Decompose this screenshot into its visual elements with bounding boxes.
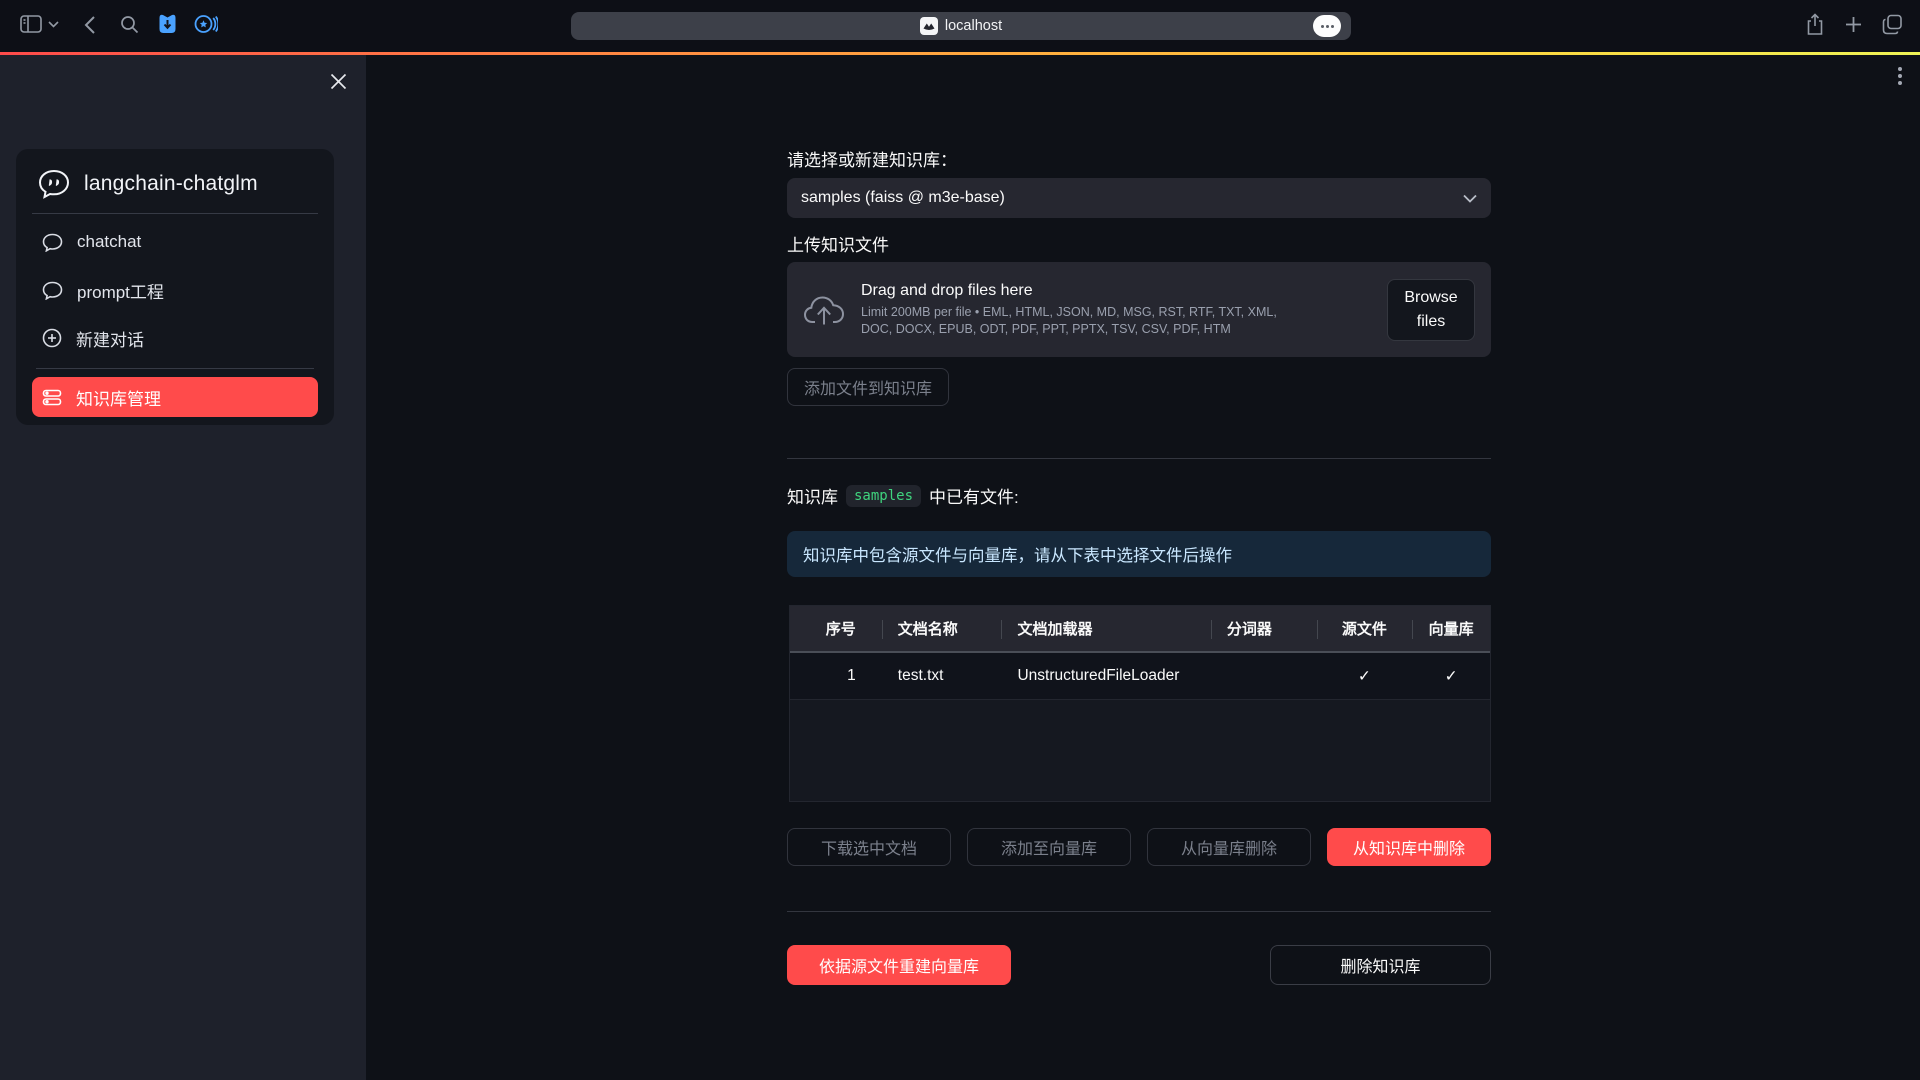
sidebar-close-icon[interactable] (322, 65, 354, 97)
cell-vector-check: ✓ (1412, 653, 1490, 699)
kb-files-caption: 知识库 samples 中已有文件: (787, 483, 1019, 508)
col-header: 文档名称 (882, 606, 1002, 651)
sidebar: langchain-chatglm chatchat prompt工程 (0, 55, 366, 1080)
cell-filename: test.txt (882, 653, 1002, 699)
table-row[interactable]: 1 test.txt UnstructuredFileLoader ✓ ✓ (790, 653, 1490, 700)
browser-toolbar: localhost (0, 0, 1920, 52)
col-header: 源文件 (1317, 606, 1413, 651)
sidebar-divider (36, 368, 314, 369)
delete-kb-button[interactable]: 删除知识库 (1270, 945, 1491, 985)
kb-select[interactable]: samples (faiss @ m3e-base) (787, 178, 1491, 218)
search-icon[interactable] (120, 15, 139, 34)
sidebar-item-label: prompt工程 (77, 278, 164, 303)
sidebar-item-label: chatchat (77, 232, 141, 252)
chat-bubble-icon (42, 233, 63, 252)
col-header: 文档加载器 (1001, 606, 1210, 651)
sidebar-item-label: 知识库管理 (76, 385, 161, 410)
cell-splitter (1211, 653, 1317, 699)
app-menu-icon[interactable] (1886, 62, 1914, 90)
sidebar-item-prompt[interactable]: prompt工程 (32, 270, 318, 310)
share-icon[interactable] (1806, 13, 1824, 36)
delete-from-kb-button[interactable]: 从知识库中删除 (1327, 828, 1491, 866)
dropzone-hint: Limit 200MB per file • EML, HTML, JSON, … (861, 304, 1291, 337)
browse-files-button[interactable]: Browse files (1387, 279, 1475, 341)
dropzone-title: Drag and drop files here (861, 282, 1291, 300)
caption-prefix: 知识库 (787, 483, 838, 508)
caption-suffix: 中已有文件: (929, 483, 1019, 508)
remove-from-vector-button[interactable]: 从向量库删除 (1147, 828, 1311, 866)
chevron-down-icon (1463, 194, 1477, 203)
database-icon (42, 389, 62, 406)
add-to-vector-button[interactable]: 添加至向量库 (967, 828, 1131, 866)
radar-extension-icon[interactable] (194, 13, 218, 35)
plus-circle-icon (42, 328, 62, 348)
cell-loader: UnstructuredFileLoader (1001, 653, 1210, 699)
upload-label: 上传知识文件 (787, 231, 889, 256)
cloud-upload-icon (803, 293, 845, 327)
divider (787, 911, 1491, 912)
rebuild-vector-store-button[interactable]: 依据源文件重建向量库 (787, 945, 1011, 985)
file-dropzone[interactable]: Drag and drop files here Limit 200MB per… (787, 262, 1491, 357)
app-title: langchain-chatglm (84, 172, 258, 196)
files-table: 序号 文档名称 文档加载器 分词器 源文件 向量库 1 test.txt Uns… (789, 605, 1491, 802)
sidebar-toggle-icon[interactable] (20, 15, 42, 33)
col-header: 分词器 (1211, 606, 1317, 651)
address-bar[interactable]: localhost (571, 12, 1351, 40)
kb-name-code: samples (846, 485, 921, 507)
sidebar-item-new-chat[interactable]: 新建对话 (32, 318, 318, 358)
divider (787, 458, 1491, 459)
sidebar-item-label: 新建对话 (76, 326, 144, 351)
col-header: 向量库 (1412, 606, 1490, 651)
download-selected-button[interactable]: 下载选中文档 (787, 828, 951, 866)
info-text: 知识库中包含源文件与向量库，请从下表中选择文件后操作 (803, 542, 1232, 566)
cell-source-check: ✓ (1317, 653, 1413, 699)
add-files-button[interactable]: 添加文件到知识库 (787, 368, 949, 406)
new-tab-icon[interactable] (1845, 16, 1862, 33)
app-title-row: langchain-chatglm (32, 167, 318, 214)
main-content: 请选择或新建知识库： samples (faiss @ m3e-base) 上传… (787, 55, 1491, 1080)
shield-extension-icon[interactable] (158, 13, 177, 35)
cell-index: 1 (790, 653, 882, 699)
chevron-down-icon[interactable] (48, 21, 59, 28)
sidebar-item-kb-management[interactable]: 知识库管理 (32, 377, 318, 417)
chat-bubble-icon (42, 281, 63, 300)
table-header-row: 序号 文档名称 文档加载器 分词器 源文件 向量库 (790, 606, 1490, 653)
sidebar-menu-card: langchain-chatglm chatchat prompt工程 (16, 149, 334, 425)
app-logo-icon (38, 169, 70, 199)
back-icon[interactable] (84, 15, 96, 35)
kb-select-label: 请选择或新建知识库： (787, 146, 957, 171)
sidebar-item-chatchat[interactable]: chatchat (32, 222, 318, 262)
reader-options-icon[interactable] (1313, 15, 1341, 37)
kb-bottom-actions: 依据源文件重建向量库 删除知识库 (787, 945, 1491, 985)
table-actions: 下载选中文档 添加至向量库 从向量库删除 从知识库中删除 (787, 828, 1491, 866)
tab-overview-icon[interactable] (1882, 14, 1903, 35)
site-favicon (920, 17, 938, 35)
kb-select-value: samples (faiss @ m3e-base) (801, 189, 1005, 207)
col-header: 序号 (790, 606, 882, 651)
url-text: localhost (945, 18, 1002, 34)
dropzone-texts: Drag and drop files here Limit 200MB per… (861, 282, 1291, 337)
info-banner: 知识库中包含源文件与向量库，请从下表中选择文件后操作 (787, 531, 1491, 577)
